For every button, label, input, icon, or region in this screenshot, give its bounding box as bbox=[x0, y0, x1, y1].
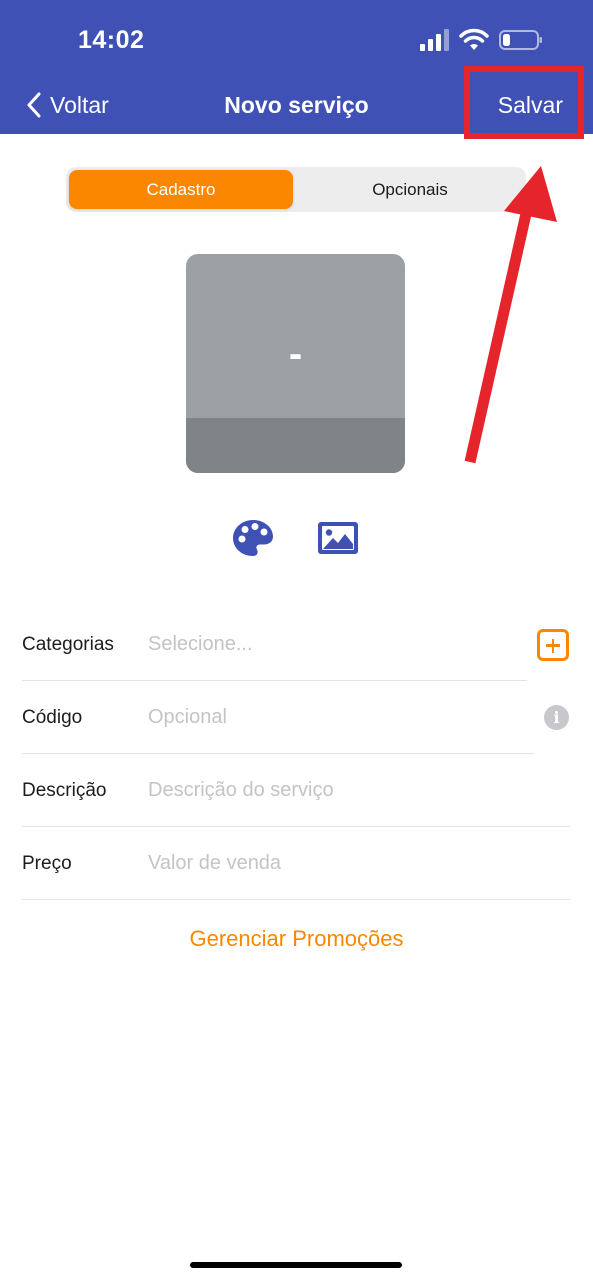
preview-footer bbox=[186, 418, 405, 473]
categorias-label: Categorias bbox=[22, 634, 114, 655]
wifi-icon bbox=[459, 28, 489, 50]
codigo-input[interactable] bbox=[148, 699, 528, 736]
service-image-preview[interactable]: - bbox=[186, 254, 405, 473]
status-time: 14:02 bbox=[78, 26, 145, 54]
save-highlight-box bbox=[464, 66, 584, 139]
preco-label: Preço bbox=[22, 853, 72, 874]
tab-cadastro[interactable]: Cadastro bbox=[69, 170, 293, 209]
image-icon[interactable] bbox=[316, 518, 360, 558]
palette-icon[interactable] bbox=[231, 518, 275, 558]
manage-promotions-link[interactable]: Gerenciar Promoções bbox=[0, 926, 593, 952]
codigo-row: Código i bbox=[22, 681, 570, 754]
preco-row: Preço bbox=[22, 827, 570, 900]
descricao-label: Descrição bbox=[22, 780, 107, 801]
preco-input[interactable] bbox=[148, 845, 558, 882]
descricao-input[interactable] bbox=[148, 772, 558, 809]
segmented-control: Cadastro Opcionais bbox=[66, 167, 526, 212]
row-divider bbox=[22, 899, 570, 900]
info-icon[interactable]: i bbox=[544, 705, 569, 730]
service-form: Categorias Código i Descrição Preço bbox=[22, 608, 570, 900]
cellular-signal-icon bbox=[420, 29, 449, 51]
battery-icon bbox=[499, 30, 542, 50]
preview-placeholder: - bbox=[288, 332, 303, 376]
descricao-row: Descrição bbox=[22, 754, 570, 827]
tab-opcionais[interactable]: Opcionais bbox=[298, 170, 522, 209]
categorias-input[interactable] bbox=[148, 626, 518, 663]
codigo-label: Código bbox=[22, 707, 83, 728]
categorias-row: Categorias bbox=[22, 608, 570, 681]
home-indicator bbox=[190, 1262, 402, 1268]
add-category-icon[interactable] bbox=[537, 629, 569, 661]
